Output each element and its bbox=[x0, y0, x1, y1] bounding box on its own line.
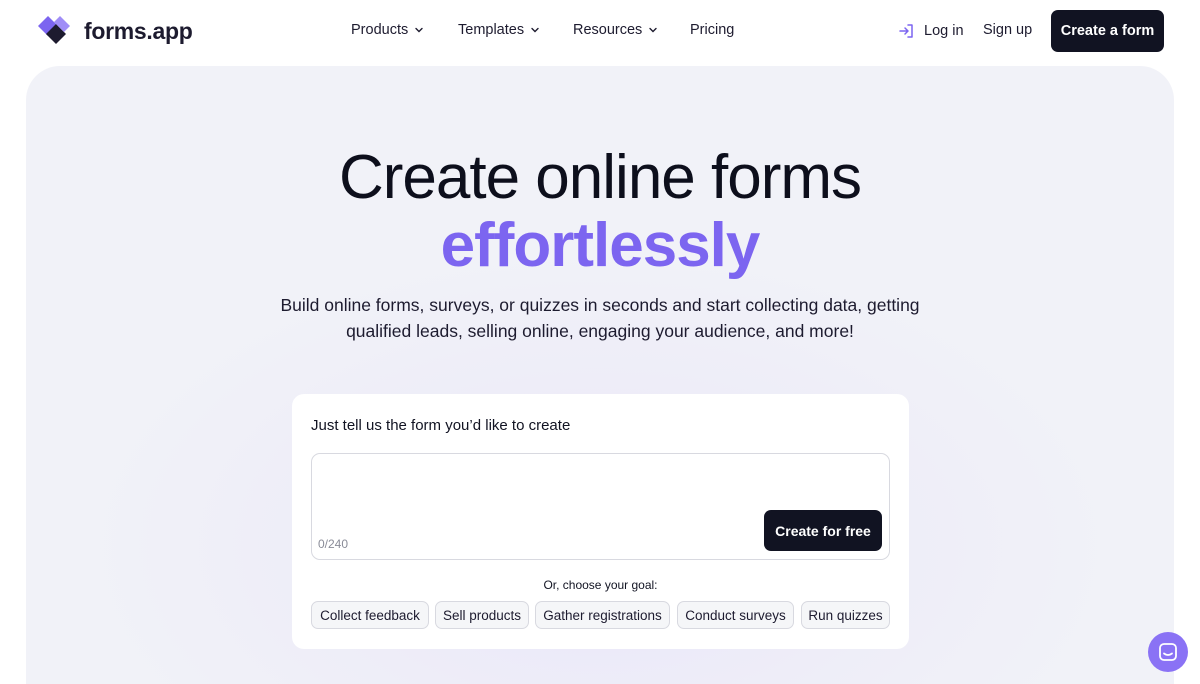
brand-logo[interactable]: forms.app bbox=[36, 14, 193, 48]
chevron-down-icon bbox=[531, 27, 539, 33]
nav-templates[interactable]: Templates bbox=[458, 22, 540, 38]
character-counter: 0/240 bbox=[318, 537, 349, 551]
login-arrow-icon bbox=[899, 24, 913, 38]
nav-resources-label: Resources bbox=[573, 22, 643, 38]
prompt-card: Just tell us the form you’d like to crea… bbox=[292, 394, 909, 649]
goal-chip-collect-feedback[interactable]: Collect feedback bbox=[311, 601, 429, 629]
chevron-down-icon bbox=[649, 27, 658, 33]
goal-chip-gather-registrations[interactable]: Gather registrations bbox=[535, 601, 670, 629]
site-header: forms.app Products Templates Resources P… bbox=[0, 0, 1200, 62]
hero-subtitle-line1: Build online forms, surveys, or quizzes … bbox=[280, 295, 920, 315]
goal-chip-sell-products[interactable]: Sell products bbox=[435, 601, 529, 629]
hero-title-accent: effortlessly bbox=[440, 211, 761, 280]
nav-templates-label: Templates bbox=[458, 22, 525, 38]
nav-pricing[interactable]: Pricing bbox=[690, 22, 734, 38]
goal-chip-conduct-surveys[interactable]: Conduct surveys bbox=[677, 601, 794, 629]
nav-products[interactable]: Products bbox=[351, 22, 424, 38]
nav-resources[interactable]: Resources bbox=[573, 22, 658, 38]
goal-chips: Collect feedback Sell products Gather re… bbox=[292, 601, 909, 629]
goal-label: Or, choose your goal: bbox=[543, 578, 658, 592]
chat-icon bbox=[1159, 643, 1177, 661]
nav-pricing-label: Pricing bbox=[690, 22, 735, 38]
login-link[interactable]: Log in bbox=[898, 22, 964, 40]
brand-name: forms.app bbox=[84, 17, 193, 44]
create-form-button[interactable]: Create a form bbox=[1051, 10, 1164, 52]
goal-chip-run-quizzes[interactable]: Run quizzes bbox=[801, 601, 890, 629]
hero-subtitle: Build online forms, surveys, or quizzes … bbox=[0, 292, 1200, 344]
input-overlay: 0/240 Create for free bbox=[311, 453, 890, 560]
hero-subtitle-line2: qualified leads, selling online, engagin… bbox=[346, 321, 854, 341]
chevron-down-icon bbox=[415, 27, 423, 33]
chat-launcher[interactable] bbox=[1148, 632, 1188, 672]
login-label: Log in bbox=[924, 23, 964, 39]
hero-title: Create online forms bbox=[338, 143, 862, 212]
nav-products-label: Products bbox=[351, 22, 409, 38]
create-for-free-button[interactable]: Create for free bbox=[764, 510, 882, 551]
forms-app-logo-icon bbox=[38, 16, 70, 44]
signup-link[interactable]: Sign up bbox=[983, 22, 1032, 38]
prompt-card-title: Just tell us the form you’d like to crea… bbox=[311, 417, 571, 434]
